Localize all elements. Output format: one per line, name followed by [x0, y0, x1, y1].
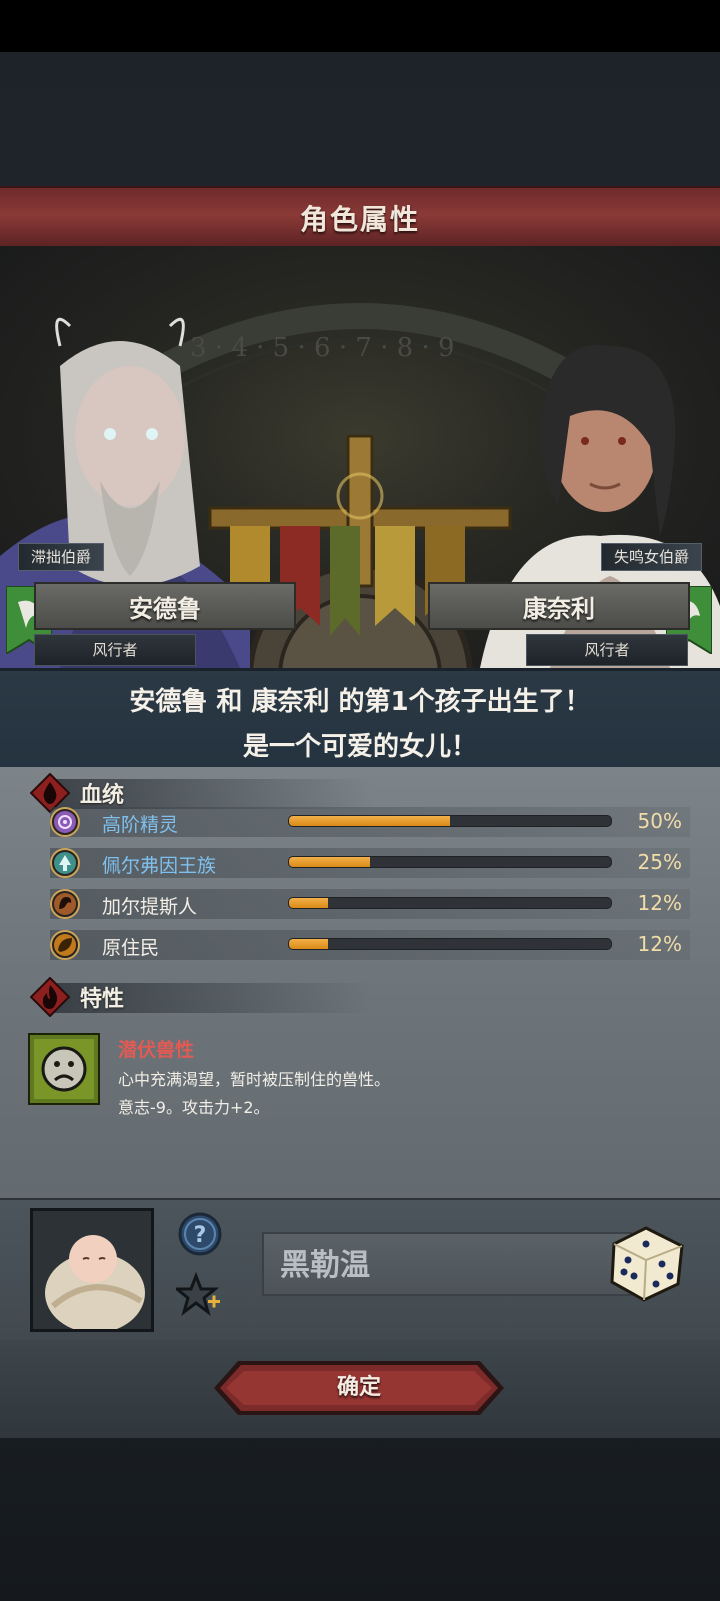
traits-heading: 特性: [30, 977, 372, 1017]
confirm-label[interactable]: 确定: [214, 1361, 504, 1415]
star-plus-icon[interactable]: [176, 1272, 222, 1318]
lineage-row: 加尔提斯人 12%: [50, 887, 690, 921]
svg-text:?: ?: [194, 1223, 207, 1248]
lineage-bar-fill: [289, 939, 328, 949]
page-title: 角色属性: [299, 203, 420, 236]
lineage-name: 加尔提斯人: [102, 896, 198, 918]
lineage-row: 佩尔弗因王族 25%: [50, 846, 690, 880]
lineage-row: 原住民 12%: [50, 928, 690, 962]
lineage-bar-fill: [289, 898, 328, 908]
lineage-bar: [288, 815, 612, 827]
title-bar: 角色属性: [0, 186, 720, 250]
mother-title: 失鸣女伯爵: [600, 543, 702, 571]
child-name-input[interactable]: 黑勒温: [262, 1232, 632, 1296]
lineage-bar: [288, 897, 612, 909]
lineage-name: 高阶精灵: [102, 814, 179, 836]
royal-tree-icon: [50, 848, 80, 878]
lineage-percent: 25%: [637, 850, 682, 874]
father-nameplate: 安德鲁: [34, 582, 296, 630]
leaf-icon: [50, 930, 80, 960]
lineage-bar: [288, 938, 612, 950]
lineage-bar-fill: [289, 857, 370, 867]
birth-line-1: 安德鲁 和 康奈利 的第1个孩子出生了！: [129, 687, 591, 717]
lineage-bar-fill: [289, 816, 450, 826]
lineage-bar: [288, 856, 612, 868]
status-bar: [0, 0, 720, 52]
mother-class: 风行者: [526, 634, 688, 666]
trait-name: 潜伏兽性: [118, 1039, 195, 1061]
beast-icon: [50, 889, 80, 919]
birth-announcement: 安德鲁 和 康奈利 的第1个孩子出生了！ 是一个可爱的女儿！: [0, 668, 720, 770]
lineage-percent: 50%: [637, 809, 682, 833]
lineage-name: 原住民: [102, 937, 160, 959]
lineage-percent: 12%: [637, 932, 682, 956]
lineage-row: 高阶精灵 50%: [50, 805, 690, 839]
lineage-name: 佩尔弗因王族: [102, 855, 217, 877]
father-class: 风行者: [34, 634, 196, 666]
birth-line-2: 是一个可爱的女儿！: [242, 732, 477, 762]
trait-description: 心中充满渴望，暂时被压制住的兽性。: [118, 1070, 391, 1089]
child-avatar: [30, 1208, 154, 1333]
sad-face-icon[interactable]: [28, 1033, 100, 1105]
lineage-percent: 12%: [637, 891, 682, 915]
baby-portrait: [33, 1211, 151, 1333]
high-elf-icon: [50, 807, 80, 837]
dice-icon[interactable]: [606, 1224, 686, 1304]
flame-icon: [30, 977, 70, 1017]
trait-effect: 意志-9。攻击力+2。: [118, 1098, 270, 1117]
question-icon[interactable]: ?: [178, 1212, 222, 1256]
father-title: 滞拙伯爵: [18, 543, 105, 571]
mother-nameplate: 康奈利: [428, 582, 690, 630]
